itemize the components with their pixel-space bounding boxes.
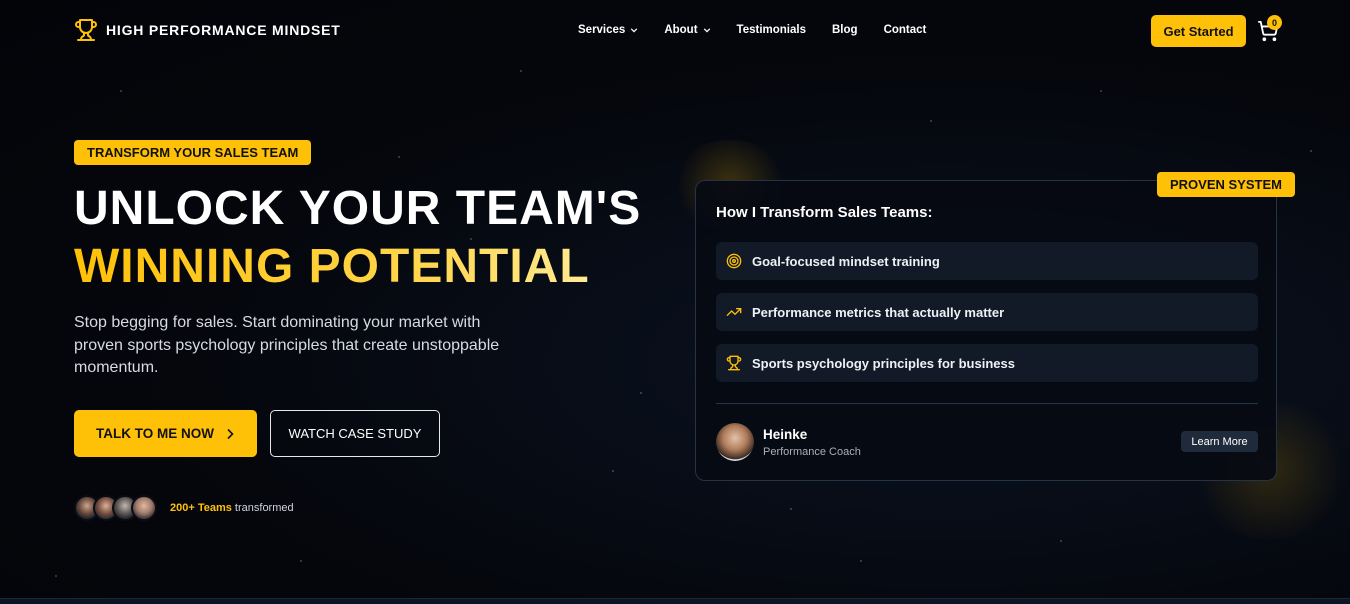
target-icon [726,253,742,269]
nav-item-label: About [664,24,698,36]
proven-system-badge: PROVEN SYSTEM [1157,172,1295,197]
nav-item-label: Blog [832,24,858,36]
feature-item: Goal-focused mindset training [716,242,1258,280]
hero-subtitle: Stop begging for sales. Start dominating… [74,314,500,376]
main-nav: Services About Testimonials Blog Contact [578,24,926,36]
feature-label: Sports psychology principles for busines… [752,355,1015,371]
nav-item-services[interactable]: Services [578,24,638,36]
avatar [131,495,157,521]
nav-item-label: Services [578,24,626,36]
social-proof-rest: transformed [231,502,294,514]
watch-case-study-button[interactable]: WATCH CASE STUDY [270,410,440,457]
feature-label: Goal-focused mindset training [752,253,940,269]
nav-item-testimonials[interactable]: Testimonials [737,24,806,36]
social-proof-highlight: 200+ Teams [170,502,232,514]
coach-role: Performance Coach [763,446,861,458]
chevron-down-icon [703,28,710,33]
hero-title-line2: WINNING POTENTIAL [74,238,641,296]
feature-item: Performance metrics that actually matter [716,293,1258,331]
card-divider [716,403,1258,404]
coach-name: Heinke [763,427,808,442]
site-header: HIGH PERFORMANCE MINDSET Services About … [0,0,1350,62]
talk-to-me-button[interactable]: TALK TO ME NOW [74,410,257,457]
feature-item: Sports psychology principles for busines… [716,344,1258,382]
get-started-button[interactable]: Get Started [1151,15,1246,47]
nav-item-label: Testimonials [736,24,806,36]
trophy-icon [726,355,742,371]
transform-card: How I Transform Sales Teams: Goal-focuse… [695,180,1277,481]
hero-tag: TRANSFORM YOUR SALES TEAM [74,140,312,165]
card-title: How I Transform Sales Teams: [716,204,933,221]
cart-count-badge: 0 [1267,15,1282,30]
trending-up-icon [726,308,742,316]
nav-item-contact[interactable]: Contact [884,24,927,36]
chevron-down-icon [631,28,638,33]
avatar [716,423,754,461]
hero-title-line1: UNLOCK YOUR TEAM'S [74,182,642,235]
chevron-right-icon [227,428,234,439]
brand-name: HIGH PERFORMANCE MINDSET [106,22,341,38]
hero-title: UNLOCK YOUR TEAM'S WINNING POTENTIAL [74,180,641,295]
learn-more-button[interactable]: Learn More [1181,431,1258,452]
section-divider [0,598,1350,604]
nav-item-about[interactable]: About [664,24,710,36]
team-avatars [74,495,157,521]
feature-label: Performance metrics that actually matter [752,304,1005,320]
talk-to-me-label: TALK TO ME NOW [96,426,214,441]
nav-item-blog[interactable]: Blog [832,24,858,36]
social-proof-text: 200+ Teams transformed [170,502,294,514]
nav-item-label: Contact [883,24,927,36]
trophy-icon [75,19,97,41]
brand-logo[interactable]: HIGH PERFORMANCE MINDSET [74,18,341,42]
